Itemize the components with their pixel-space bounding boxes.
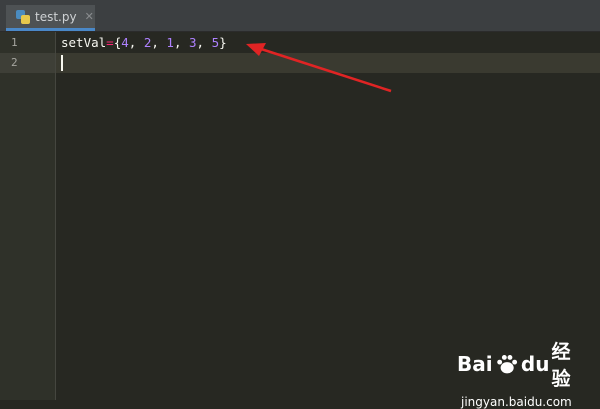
paw-icon [496, 355, 517, 374]
watermark-url: jingyan.baidu.com [461, 395, 572, 409]
watermark-text-jingyan: 经验 [551, 341, 571, 390]
watermark-text-bai: Bai [457, 352, 493, 376]
watermark-text-du: du [520, 352, 550, 376]
baidu-jingyan-watermark: Bai du 经验 jingyan.baidu.com [457, 337, 587, 409]
